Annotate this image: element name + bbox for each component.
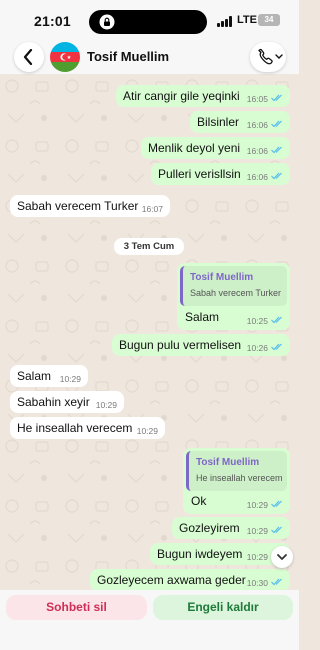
message-bubble-outgoing[interactable]: Gozleyirem 10:29 [172,517,290,539]
read-receipt-icon [271,146,282,154]
status-time: 21:01 [34,13,71,29]
battery-icon: 34 [258,14,280,26]
lock-icon [99,14,115,30]
quoted-author: Tosif Muellim [196,457,260,468]
call-button[interactable] [250,42,286,72]
read-receipt-icon [271,526,282,534]
message-bubble-outgoing-reply[interactable]: Tosif Muellim He inseallah verecem Ok 10… [183,448,290,514]
message-bubble-incoming[interactable]: He inseallah verecem 10:29 [10,417,165,439]
message-bubble-outgoing[interactable]: Menlik deyol yeni 16:06 [141,137,290,159]
message-time: 10:30 [246,578,268,588]
chevron-left-icon [23,49,33,65]
message-text: Sabahin xeyir [17,395,90,409]
message-time: 10:26 [246,343,268,353]
message-text: Gozleyirem [179,521,240,535]
message-time: 16:06 [246,172,268,182]
status-bar: 21:01 LTE 34 [0,0,299,42]
read-receipt-icon [271,500,282,508]
message-time: 10:29 [136,426,158,436]
quoted-message[interactable]: Tosif Muellim Sabah verecem Turker [180,266,287,306]
message-bubble-outgoing-reply[interactable]: Tosif Muellim Sabah verecem Turker Salam… [177,263,290,330]
read-receipt-icon [271,578,282,586]
message-text: Atir cangir gile yeqinki [123,89,240,103]
read-receipt-icon [271,343,282,351]
read-receipt-icon [271,172,282,180]
message-text: Menlik deyol yeni [148,141,241,155]
back-button[interactable] [14,42,44,72]
quoted-text: Sabah verecem Turker [190,288,282,298]
avatar[interactable] [50,42,80,72]
message-text: Bugun iwdeyem [157,547,243,561]
quoted-author: Tosif Muellim [190,272,254,283]
message-text: Salam [17,369,52,383]
message-text: Salam [185,310,220,324]
message-time: 10:29 [246,552,268,562]
message-bubble-incoming[interactable]: Salam 10:29 [10,365,88,387]
message-time: 10:29 [59,374,81,384]
message-time: 16:06 [246,146,268,156]
blocked-contact-actions: Sohbeti sil Engeli kaldır [0,590,299,650]
message-time: 16:05 [246,94,268,104]
cellular-signal-icon [217,16,233,27]
quoted-text: He inseallah verecem [196,473,283,483]
azerbaijan-flag-icon [50,42,80,72]
message-bubble-outgoing[interactable]: Bugun iwdeyem 10:29 [150,543,290,565]
message-bubble-outgoing[interactable]: Atir cangir gile yeqinki 16:05 [116,85,290,107]
message-bubble-outgoing[interactable]: Bugun pulu vermelisen 10:26 [112,334,290,356]
message-bubble-outgoing[interactable]: Pulleri verisllsin 16:06 [151,163,290,185]
unblock-button[interactable]: Engeli kaldır [153,595,293,620]
message-text: He inseallah verecem [17,421,133,435]
message-bubble-incoming[interactable]: Sabahin xeyir 10:29 [10,391,124,413]
message-time: 16:07 [141,204,163,214]
message-text: Bilsinler [197,115,240,129]
dynamic-island [89,10,207,34]
message-text: Bugun pulu vermelisen [119,338,242,352]
message-text: Gozleyecem axwama geder [97,573,246,587]
date-divider: 3 Tem Cum [114,238,184,255]
read-receipt-icon [271,316,282,324]
message-bubble-outgoing[interactable]: Gozleyecem axwama geder 10:30 [90,569,290,591]
read-receipt-icon [271,94,282,102]
contact-name[interactable]: Tosif Muellim [87,49,169,64]
quoted-message[interactable]: Tosif Muellim He inseallah verecem [186,451,287,491]
message-text: Pulleri verisllsin [158,167,241,181]
network-type: LTE [237,14,257,26]
message-list[interactable]: Atir cangir gile yeqinki 16:05 Bilsinler… [0,74,299,591]
phone-icon [258,49,283,65]
message-time: 10:29 [95,400,117,410]
message-text: Ok [191,494,207,508]
read-receipt-icon [271,120,282,128]
message-time: 16:06 [246,120,268,130]
message-bubble-incoming[interactable]: Sabah verecem Turker 16:07 [10,195,170,217]
chevron-down-icon [277,554,287,560]
chat-header: Tosif Muellim [0,42,299,74]
message-text: Sabah verecem Turker [17,199,139,213]
message-time: 10:29 [246,500,268,510]
message-time: 10:25 [246,316,268,326]
message-bubble-outgoing[interactable]: Bilsinler 16:06 [190,111,290,133]
delete-chat-button[interactable]: Sohbeti sil [6,595,147,620]
message-time: 10:29 [246,526,268,536]
scroll-to-bottom-button[interactable] [271,546,293,568]
